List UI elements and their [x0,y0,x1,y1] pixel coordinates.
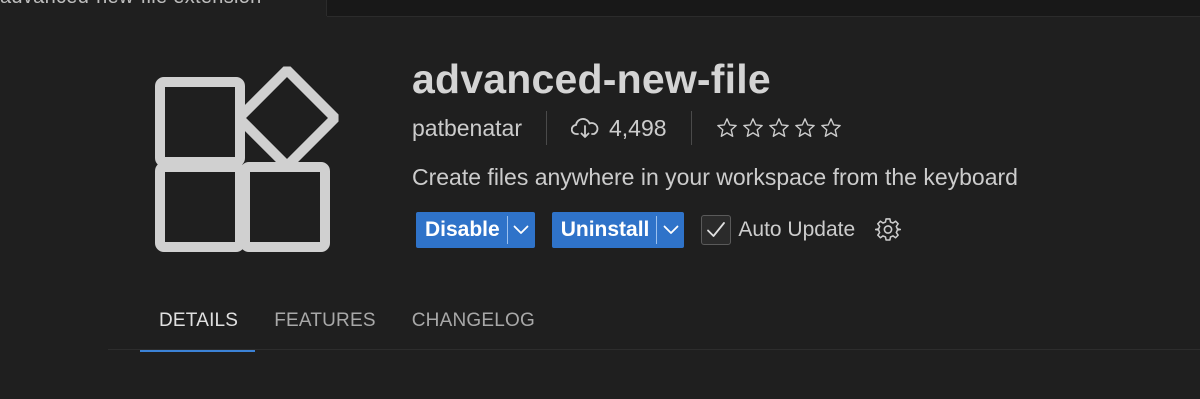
tab-bar-empty-area [327,0,1200,17]
extension-title: advanced-new-file [412,56,771,102]
uninstall-button[interactable]: Uninstall [552,212,657,248]
editor-tab-bar: advanced-new-file extension [0,0,1200,17]
install-count: 4,498 [608,114,667,141]
meta-divider [690,111,692,145]
uninstall-dropdown-button[interactable] [657,212,684,248]
star-outline-icon [742,118,763,137]
star-outline-icon [820,118,841,137]
star-outline-icon [716,118,737,137]
chevron-down-icon [663,225,679,234]
disable-dropdown-button[interactable] [508,212,535,248]
tab-details[interactable]: DETAILS [140,300,256,352]
chevron-down-icon [513,225,529,234]
meta-divider [545,111,547,145]
auto-update-checkbox[interactable] [701,215,732,245]
tab-changelog[interactable]: CHANGELOG [393,300,552,350]
extension-detail-tabs: DETAILS FEATURES CHANGELOG [140,300,552,352]
extension-actions: Disable Uninstall Auto Update [416,212,902,248]
checkmark-icon [707,222,726,237]
extension-description: Create files anywhere in your workspace … [412,164,1018,190]
editor-tab[interactable]: advanced-new-file extension [0,0,327,16]
editor-tab-label: advanced-new-file extension [0,0,262,9]
disable-button-group: Disable [416,212,535,248]
tabs-divider [108,349,1200,350]
star-outline-icon [768,118,789,137]
publisher-link[interactable]: patbenatar [412,115,522,142]
star-outline-icon [794,118,815,137]
gear-icon[interactable] [875,217,902,243]
rating-stars[interactable] [716,117,842,139]
auto-update-label[interactable]: Auto Update [738,218,855,242]
uninstall-button-group: Uninstall [551,212,685,248]
cloud-download-icon [570,118,599,138]
extensions-blocks-icon [155,66,339,252]
disable-button[interactable]: Disable [416,212,507,248]
tab-features[interactable]: FEATURES [255,300,393,350]
extension-meta-row: patbenatar 4,498 [412,110,842,146]
